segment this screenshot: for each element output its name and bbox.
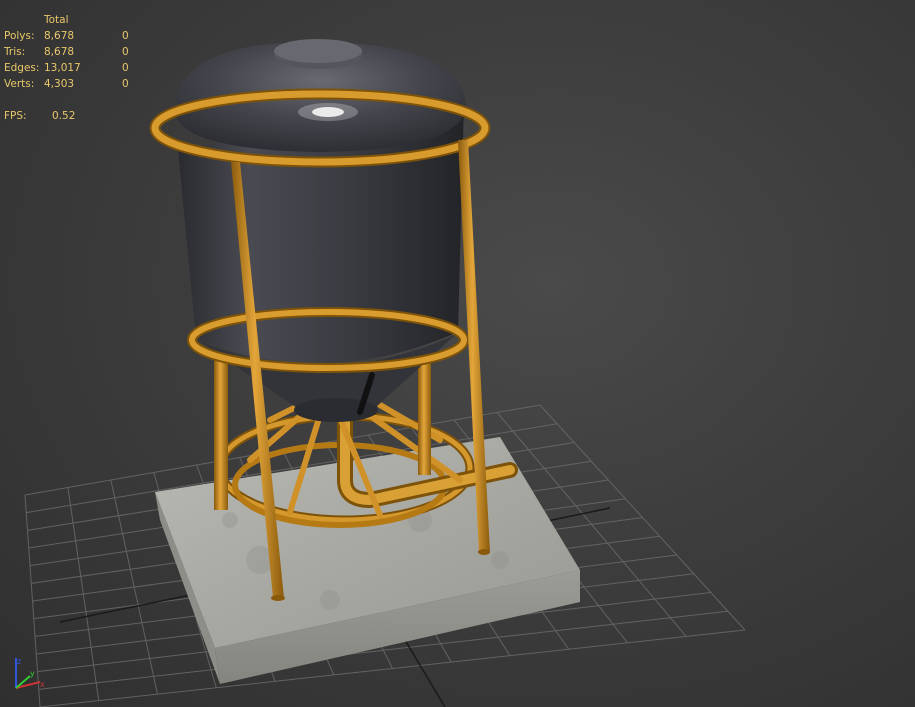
stats-row-edges: Edges: 13,017 0	[4, 60, 142, 76]
stats-label: Tris:	[4, 46, 26, 58]
svg-text:x: x	[40, 680, 45, 689]
viewport-statistics: Total Polys: 8,678 0 Tris: 8,678 0 Edges: 13,…	[4, 12, 142, 124]
stats-label: Verts:	[4, 78, 35, 90]
stats-total-header: Total	[44, 14, 69, 26]
axis-gizmo-icon[interactable]: z x y	[8, 654, 50, 694]
stats-total: 8,678	[44, 46, 75, 58]
stats-total: 8,678	[44, 30, 75, 42]
fps-value: 0.52	[52, 110, 76, 122]
stats-row-fps: FPS: 0.52	[4, 108, 142, 124]
stats-total: 13,017	[44, 62, 81, 74]
stats-selected: 0	[122, 46, 129, 58]
stats-label: Edges:	[4, 62, 40, 74]
stats-row-polys: Polys: 8,678 0	[4, 28, 142, 44]
stats-row-tris: Tris: 8,678 0	[4, 44, 142, 60]
stats-selected: 0	[122, 62, 129, 74]
svg-text:y: y	[30, 669, 35, 678]
stats-selected: 0	[122, 78, 129, 90]
stats-selected: 0	[122, 30, 129, 42]
fps-label: FPS:	[4, 110, 27, 122]
svg-text:z: z	[17, 657, 21, 666]
stats-row-verts: Verts: 4,303 0	[4, 76, 142, 92]
stats-total: 4,303	[44, 78, 75, 90]
3d-viewport[interactable]: Total Polys: 8,678 0 Tris: 8,678 0 Edges: 13,…	[0, 0, 915, 707]
stats-label: Polys:	[4, 30, 35, 42]
